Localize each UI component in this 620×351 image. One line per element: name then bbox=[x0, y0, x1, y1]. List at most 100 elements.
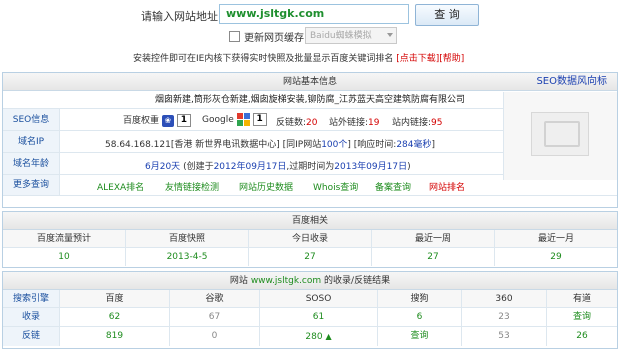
site-thumbnail bbox=[503, 92, 617, 180]
chevron-down-icon bbox=[387, 33, 393, 37]
indexed-baidu: 62 bbox=[60, 308, 170, 326]
engine-col-label: 搜索引擎 bbox=[3, 290, 60, 307]
backlink-youdao: 26 bbox=[576, 331, 588, 341]
same-ip-prefix: [同IP网站 bbox=[282, 140, 322, 150]
indexing-header: 网站 www.jsltgk.com 的收录/反链结果 bbox=[3, 272, 617, 290]
domain-age: 6月20天 bbox=[145, 162, 181, 172]
install-tip: 安装控件即可在IE内核下获得实时快照及批量显示百度关键词排名 [点击下载][帮助… bbox=[133, 51, 464, 64]
backlink-baidu: 819 bbox=[60, 327, 170, 346]
whois-link[interactable]: Whois查询 bbox=[313, 180, 358, 193]
spider-select[interactable]: Baidu蜘蛛模拟 bbox=[305, 27, 397, 44]
google-label: Google bbox=[202, 115, 234, 125]
backlinks-value: 20 bbox=[306, 118, 318, 128]
indexed-row: 收录 62 67 61 6 23 查询 bbox=[3, 308, 617, 327]
backlink-soso-value: 280 bbox=[305, 332, 323, 342]
seo-info-label: SEO信息 bbox=[3, 109, 60, 130]
arrow-up-icon: ▲ bbox=[325, 332, 332, 341]
baidu-title: 百度相关 bbox=[291, 216, 328, 226]
baidu-week-value: 27 bbox=[372, 248, 495, 266]
update-cache-label: 更新网页缓存 bbox=[244, 33, 304, 44]
basic-info-panel: 网站基本信息 SEO数据风向标 烟囱新建,筒形灰仓新建,烟囱旋梯安装,铆防腐_江… bbox=[2, 72, 618, 208]
same-ip-link[interactable]: 100个 bbox=[321, 140, 347, 150]
google-pr: Google 1 bbox=[202, 113, 267, 126]
site-title: 烟囱新建,筒形灰仓新建,烟囱旋梯安装,铆防腐_江苏蓝天高空建筑防腐有限公司 bbox=[154, 95, 466, 105]
baidu-today-value: 27 bbox=[249, 248, 372, 266]
expire-prefix: ,过期时间为 bbox=[286, 162, 335, 172]
internal-links-label: 站内链接: bbox=[392, 118, 432, 128]
internal-links: 站内链接:95 bbox=[392, 115, 443, 128]
google-pr-value: 1 bbox=[252, 113, 267, 126]
search-label: 请输入网站地址: bbox=[141, 10, 222, 23]
expire-date: 2013年09月17日 bbox=[334, 162, 408, 172]
backlink-sogou-query[interactable]: 查询 bbox=[378, 327, 462, 346]
alexa-link[interactable]: ALEXA排名 bbox=[97, 180, 144, 193]
thumbnail-placeholder-icon bbox=[531, 112, 589, 156]
baidu-col-today: 今日收录 bbox=[249, 230, 372, 247]
indexing-panel: 网站 www.jsltgk.com 的收录/反链结果 搜索引擎 百度 谷歌 SO… bbox=[2, 271, 618, 349]
response-time: 284毫秒 bbox=[396, 140, 432, 150]
indexed-sogou: 6 bbox=[378, 308, 462, 326]
baidu-header-row: 百度流量预计 百度快照 今日收录 最近一周 最近一月 bbox=[3, 230, 617, 248]
basic-info-title: 网站基本信息 bbox=[282, 77, 337, 87]
indexed-youdao-query[interactable]: 查询 bbox=[547, 308, 617, 326]
baidu-panel: 百度相关 百度流量预计 百度快照 今日收录 最近一周 最近一月 10 2013-… bbox=[2, 211, 618, 268]
engine-col-google: 谷歌 bbox=[170, 290, 260, 307]
friend-link-check[interactable]: 友情链接检测 bbox=[165, 180, 219, 193]
indexed-360: 23 bbox=[462, 308, 547, 326]
baidu-weight-label: 百度权重 bbox=[123, 116, 160, 126]
baidu-snapshot-value[interactable]: 2013-4-5 bbox=[126, 248, 249, 266]
update-cache-checkbox[interactable] bbox=[229, 31, 240, 42]
domain-age-label: 域名年龄 bbox=[3, 153, 60, 174]
url-input[interactable]: www.jsltgk.com bbox=[219, 4, 409, 24]
external-links-label: 站外链接: bbox=[329, 118, 369, 128]
baidu-col-month: 最近一月 bbox=[537, 234, 574, 244]
help-link[interactable]: [帮助] bbox=[439, 54, 464, 64]
age-suffix: ) bbox=[407, 162, 411, 172]
baidu-header: 百度相关 bbox=[3, 212, 617, 230]
external-links-value: 19 bbox=[368, 118, 380, 128]
backlink-google: 0 bbox=[170, 327, 260, 346]
baidu-traffic-value: 10 bbox=[3, 248, 126, 266]
baidu-weight-value: 1 bbox=[176, 114, 192, 127]
more-queries-label: 更多查询 bbox=[3, 175, 60, 195]
baidu-col-traffic: 百度流量预计 bbox=[3, 230, 126, 247]
install-tip-text: 安装控件即可在IE内核下获得实时快照及批量显示百度关键词排名 bbox=[133, 54, 394, 64]
site-rank-link[interactable]: 网站排名 bbox=[429, 180, 465, 193]
icp-link[interactable]: 备案查询 bbox=[375, 180, 411, 193]
age-info: 6月20天 (创建于2012年09月17日,过期时间为2013年09月17日) bbox=[145, 159, 411, 172]
indexed-soso: 61 bbox=[260, 308, 378, 326]
engine-col-baidu: 百度 bbox=[60, 290, 170, 307]
baidu-col-week: 最近一周 bbox=[372, 230, 495, 247]
domain-ip-label: 域名IP bbox=[3, 131, 60, 152]
baidu-value-row: 10 2013-4-5 27 27 29 bbox=[3, 248, 617, 266]
backlinks-label: 反链数: bbox=[276, 118, 307, 128]
internal-links-value: 95 bbox=[431, 118, 443, 128]
indexed-google: 67 bbox=[170, 308, 260, 326]
indexing-title-suffix: 的收录/反链结果 bbox=[324, 276, 391, 286]
backlink-soso: 280 ▲ bbox=[260, 327, 378, 346]
created-date: 2012年09月17日 bbox=[213, 162, 287, 172]
baidu-paw-icon: ❀ bbox=[161, 114, 174, 127]
engine-col-360: 360 bbox=[462, 290, 547, 307]
backlinks: 反链数:20 bbox=[276, 115, 318, 128]
spider-select-value: Baidu蜘蛛模拟 bbox=[310, 31, 372, 41]
engine-col-soso: SOSO bbox=[260, 290, 378, 307]
google-pr-icon bbox=[236, 113, 250, 126]
baidu-weight: 百度权重 ❀ 1 bbox=[123, 113, 192, 127]
seo-trend-link[interactable]: SEO数据风向标 bbox=[536, 73, 607, 91]
response-suffix: ] bbox=[431, 140, 436, 150]
seo-tool-page: 请输入网站地址: www.jsltgk.com 查 询 更新网页缓存 Baidu… bbox=[0, 0, 620, 351]
backlink-row: 反链 819 0 280 ▲ 查询 53 26 bbox=[3, 327, 617, 346]
query-button[interactable]: 查 询 bbox=[415, 4, 479, 26]
external-links: 站外链接:19 bbox=[329, 115, 380, 128]
same-ip-suffix: ] bbox=[347, 140, 351, 150]
created-prefix: (创建于 bbox=[183, 162, 214, 172]
ip-address: 58.64.168.121 bbox=[105, 140, 171, 150]
baidu-col-snapshot: 百度快照 bbox=[126, 230, 249, 247]
download-link[interactable]: [点击下载] bbox=[396, 54, 439, 64]
engine-col-youdao: 有道 bbox=[572, 294, 591, 304]
history-link[interactable]: 网站历史数据 bbox=[239, 180, 293, 193]
backlink-label: 反链 bbox=[3, 327, 60, 346]
indexing-domain: www.jsltgk.com bbox=[250, 276, 322, 286]
indexed-label: 收录 bbox=[3, 308, 60, 326]
